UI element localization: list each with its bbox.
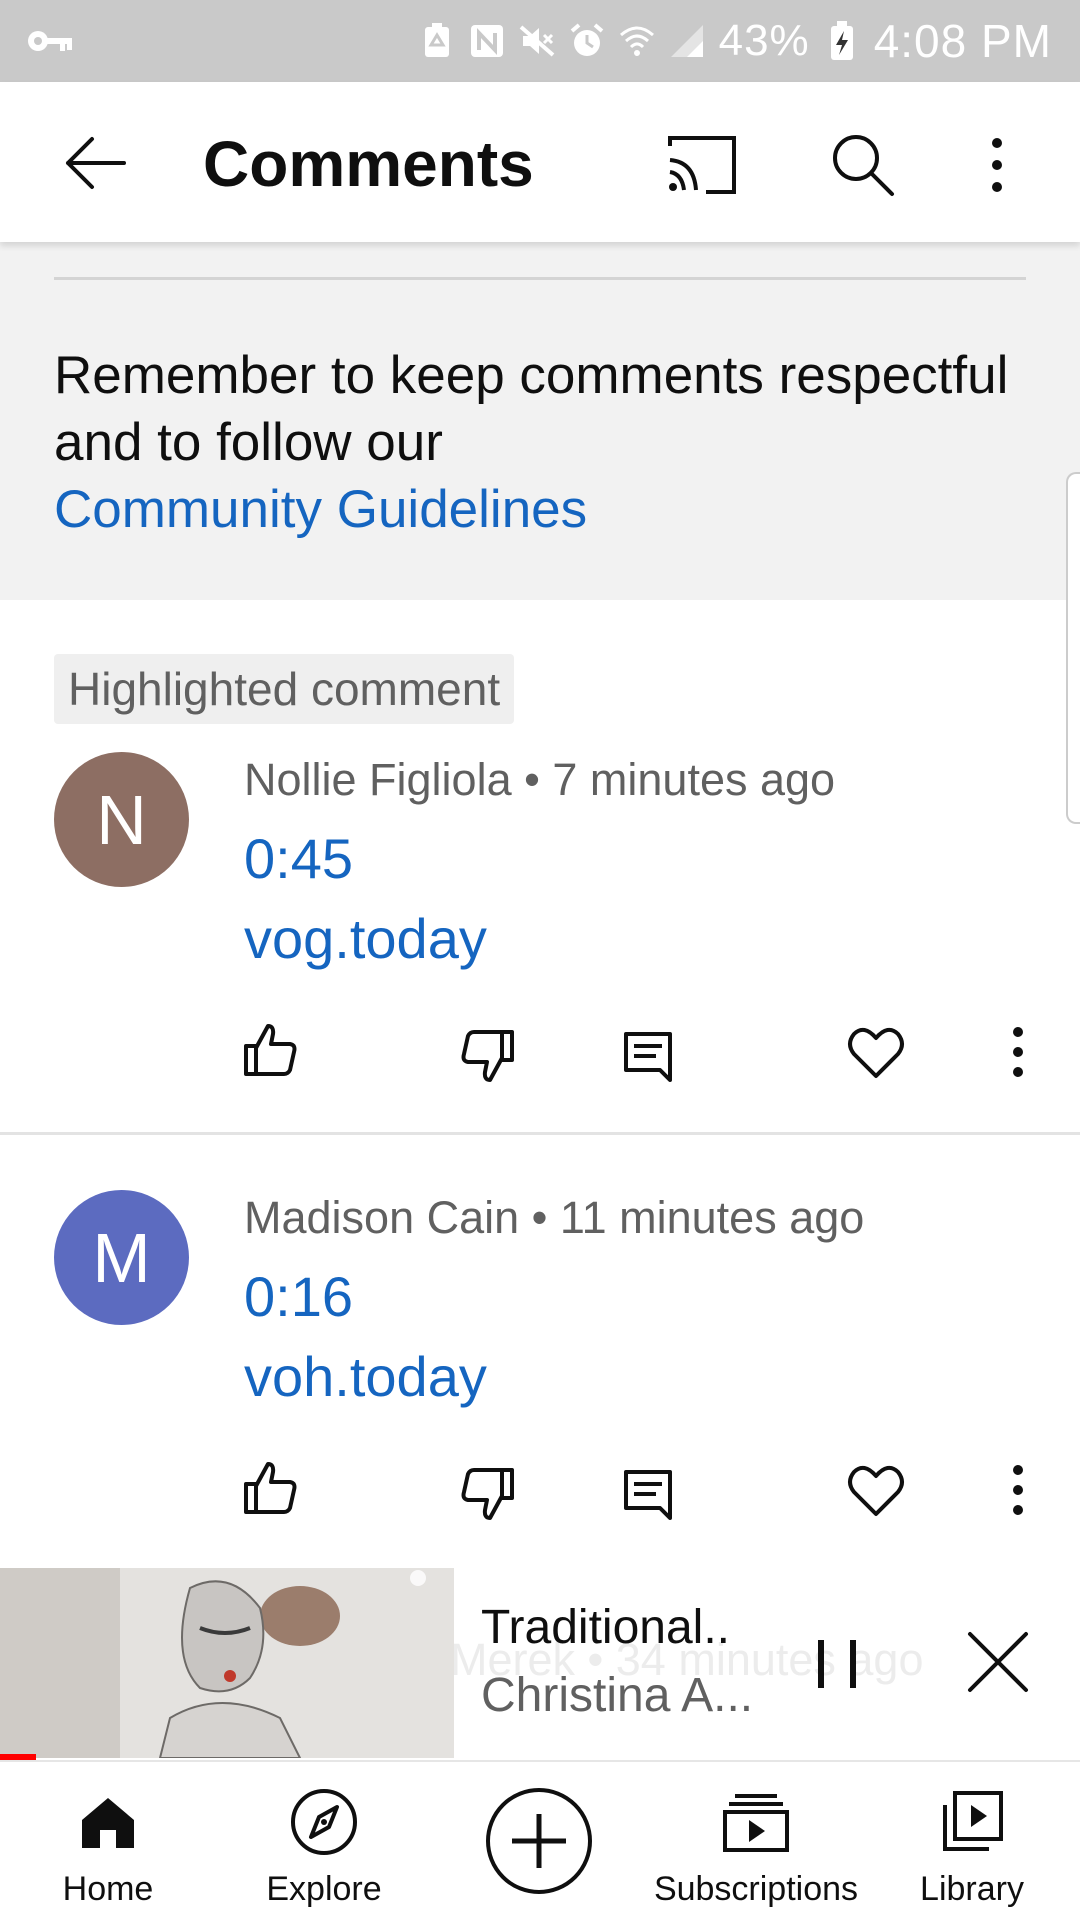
explore-icon xyxy=(284,1782,364,1862)
reply-icon[interactable] xyxy=(618,1464,678,1524)
close-icon[interactable] xyxy=(966,1630,1030,1694)
comment-time: 7 minutes ago xyxy=(552,754,836,805)
nav-explore[interactable]: Explore xyxy=(254,1762,394,1920)
comment-url-link[interactable]: vog.today xyxy=(244,906,487,971)
comment-meta: Nollie Figliola • 7 minutes ago xyxy=(244,754,836,805)
nav-label: Explore xyxy=(266,1870,382,1908)
mini-player[interactable]: Merek • 34 minutes ago Traditional.. Chr… xyxy=(0,1568,1080,1760)
video-thumbnail[interactable] xyxy=(0,1568,454,1758)
reply-icon[interactable] xyxy=(618,1026,678,1086)
home-icon xyxy=(68,1782,148,1862)
avatar[interactable]: N xyxy=(54,752,189,887)
dislike-icon[interactable] xyxy=(458,1026,518,1086)
avatar-initial: M xyxy=(92,1218,151,1297)
scroll-handle[interactable] xyxy=(1066,472,1080,824)
battery-percent: 43% xyxy=(718,16,810,65)
mute-icon xyxy=(519,23,555,59)
comment-more-icon[interactable] xyxy=(988,1460,1048,1520)
comment-author[interactable]: Madison Cain xyxy=(244,1192,519,1243)
create-icon[interactable] xyxy=(484,1786,594,1896)
comment-time: 11 minutes ago xyxy=(559,1192,865,1243)
nav-subscriptions[interactable]: Subscriptions xyxy=(646,1762,866,1920)
guidelines-banner: Remember to keep comments respectful and… xyxy=(0,242,1080,600)
nav-label: Library xyxy=(920,1870,1024,1908)
dislike-icon[interactable] xyxy=(458,1464,518,1524)
bottom-nav: Home Explore Subscriptions Library xyxy=(0,1760,1080,1920)
signal-icon xyxy=(669,23,705,59)
heart-icon[interactable] xyxy=(846,1460,906,1520)
comment-timestamp-link[interactable]: 0:16 xyxy=(244,1264,353,1329)
community-guidelines-link[interactable]: Community Guidelines xyxy=(54,480,587,539)
mini-player-title[interactable]: Traditional.. xyxy=(481,1600,730,1655)
subscriptions-icon xyxy=(716,1782,796,1862)
key-icon xyxy=(28,31,72,51)
nav-home[interactable]: Home xyxy=(48,1762,168,1920)
like-icon[interactable] xyxy=(240,1458,300,1518)
divider xyxy=(54,277,1026,280)
comment-more-icon[interactable] xyxy=(988,1022,1048,1082)
comment-meta: Madison Cain • 11 minutes ago xyxy=(244,1192,865,1243)
back-arrow-icon[interactable] xyxy=(60,128,130,198)
comment-timestamp-link[interactable]: 0:45 xyxy=(244,826,353,891)
library-icon xyxy=(932,1782,1012,1862)
comment-url-link[interactable]: voh.today xyxy=(244,1344,487,1409)
highlighted-comment-badge: Highlighted comment xyxy=(54,654,515,724)
status-bar: 43% 4:08 PM xyxy=(0,0,1080,82)
nfc-icon xyxy=(469,23,505,59)
mini-player-channel: Christina A... xyxy=(481,1669,754,1722)
battery-charging-icon xyxy=(824,21,860,60)
page-title: Comments xyxy=(203,128,534,200)
like-icon[interactable] xyxy=(240,1020,300,1080)
nav-library[interactable]: Library xyxy=(912,1762,1032,1920)
nav-label: Home xyxy=(62,1870,154,1908)
more-vert-icon[interactable] xyxy=(982,130,1012,200)
search-icon[interactable] xyxy=(828,130,898,200)
guidelines-text: Remember to keep comments respectful and… xyxy=(54,342,1014,543)
wifi-icon xyxy=(619,23,655,59)
guidelines-message: Remember to keep comments respectful and… xyxy=(54,346,1009,472)
app-bar: Comments xyxy=(0,82,1080,242)
battery-saver-icon xyxy=(419,23,455,59)
heart-icon[interactable] xyxy=(846,1022,906,1082)
avatar-initial: N xyxy=(96,780,147,859)
clock: 4:08 PM xyxy=(873,15,1052,67)
avatar[interactable]: M xyxy=(54,1190,189,1325)
nav-label: Subscriptions xyxy=(653,1870,859,1908)
comment-divider xyxy=(0,1132,1080,1135)
comment-author[interactable]: Nollie Figliola xyxy=(244,754,512,805)
cast-icon[interactable] xyxy=(664,132,740,198)
alarm-icon xyxy=(569,23,605,59)
pause-icon[interactable] xyxy=(812,1632,862,1696)
